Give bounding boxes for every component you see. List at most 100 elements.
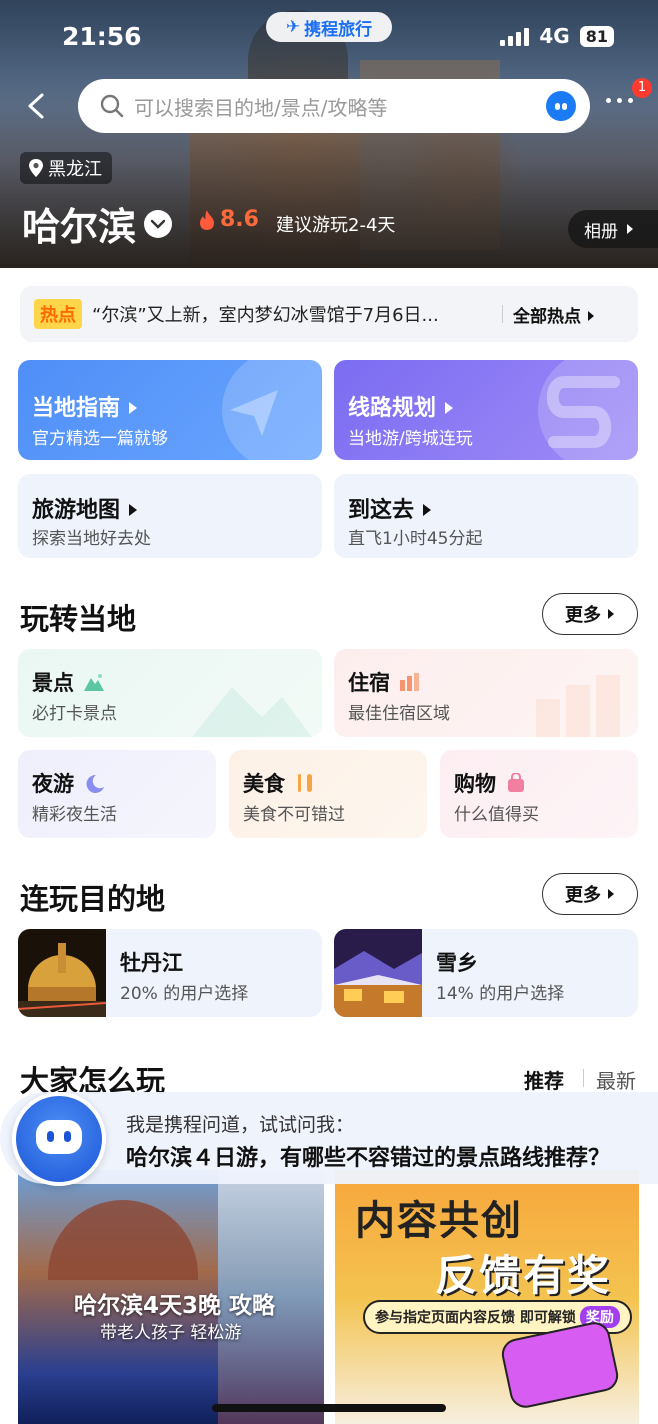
play-local-title: 玩转当地 (20, 602, 137, 636)
linked-destinations-more-button[interactable]: 更多 (542, 873, 638, 915)
caret-right-icon (587, 310, 594, 321)
local-guide-subtitle: 官方精选一篇就够 (32, 429, 168, 449)
mountain-icon (84, 674, 104, 691)
destination-card-xuexiang[interactable]: 雪乡 14% 的用户选择 (334, 929, 638, 1017)
caret-right-icon (608, 889, 614, 899)
lodging-subtitle: 最佳住宿区域 (348, 704, 450, 724)
destination-share: 20% 的用户选择 (120, 984, 249, 1004)
robot-face (36, 1120, 82, 1154)
notification-badge: 1 (632, 78, 652, 98)
route-planning-subtitle: 当地游/跨城连玩 (348, 429, 473, 449)
local-guide-card[interactable]: 当地指南 官方精选一篇就够 (18, 360, 322, 460)
battery-icon: 81 (579, 25, 614, 47)
travel-map-card[interactable]: 旅游地图 探索当地好去处 (18, 474, 322, 558)
tab-recommend[interactable]: 推荐 (524, 1065, 564, 1094)
food-subtitle: 美食不可错过 (243, 805, 345, 825)
hot-tag: 热点 (34, 299, 82, 329)
more-label: 更多 (565, 885, 601, 906)
hot-news-bar[interactable]: 热点 “尔滨”又上新，室内梦幻冰雪馆于7月6日... 全部热点 (20, 286, 638, 342)
album-label: 相册 (584, 221, 618, 242)
ai-assistant-icon[interactable] (546, 91, 576, 121)
travel-map-title: 旅游地图 (32, 492, 138, 524)
status-time: 21:56 (62, 22, 142, 51)
shopping-title: 购物 (454, 768, 528, 798)
hot-divider (502, 305, 503, 323)
food-card[interactable]: 美食 美食不可错过 (229, 750, 427, 838)
go-there-title: 到这去 (348, 492, 432, 524)
hot-news-text[interactable]: “尔滨”又上新，室内梦幻冰雪馆于7月6日... (92, 301, 492, 327)
lodging-card[interactable]: 住宿 最佳住宿区域 (334, 649, 638, 737)
lodging-title: 住宿 (348, 667, 422, 697)
promo-banner-text: 参与指定页面内容反馈 即可解锁 (375, 1310, 576, 1326)
night-tour-subtitle: 精彩夜生活 (32, 805, 117, 825)
moon-icon (86, 774, 104, 793)
hotel-deco (536, 675, 620, 737)
feed-card-title: 哈尔滨4天3晚 攻略 (74, 1293, 276, 1319)
promo-line2: 反馈有奖 (435, 1251, 612, 1300)
shopping-card[interactable]: 购物 什么值得买 (440, 750, 638, 838)
night-tour-card[interactable]: 夜游 精彩夜生活 (18, 750, 216, 838)
go-there-subtitle: 直飞1小时45分起 (348, 529, 483, 549)
destination-photo (18, 929, 106, 1017)
mountain-deco (192, 687, 312, 737)
network-label: 4G (539, 24, 570, 48)
paper-plane-icon (230, 390, 278, 436)
all-hot-link[interactable]: 全部热点 (513, 302, 595, 327)
signal-icon (500, 26, 530, 46)
caret-right-icon (128, 504, 137, 516)
local-guide-title: 当地指南 (32, 390, 138, 422)
search-icon (100, 94, 124, 118)
food-title: 美食 (243, 768, 317, 798)
location-pin-icon (29, 159, 43, 177)
more-menu-icon[interactable] (606, 98, 633, 103)
destination-photo (334, 929, 422, 1017)
rating-score: 8.6 (198, 207, 259, 232)
province-tag[interactable]: 黑龙江 (20, 152, 112, 184)
linked-destinations-title: 连玩目的地 (20, 882, 166, 916)
city-title[interactable]: 哈尔滨 (22, 196, 173, 251)
home-indicator[interactable] (212, 1404, 446, 1412)
caret-right-icon (608, 609, 614, 619)
church-photo-shape (48, 1200, 198, 1280)
chevron-down-icon[interactable] (144, 209, 173, 238)
feed-card-subtitle: 带老人孩子 轻松游 (100, 1323, 242, 1343)
hotel-icon (400, 673, 419, 691)
all-hot-label: 全部热点 (513, 306, 581, 327)
travel-map-subtitle: 探索当地好去处 (32, 529, 151, 549)
attractions-title: 景点 (32, 667, 106, 697)
attractions-subtitle: 必打卡景点 (32, 704, 117, 724)
ai-intro-text: 我是携程问道，试试问我： (126, 1114, 355, 1136)
album-button[interactable]: 相册 (568, 210, 658, 248)
destination-name: 雪乡 (436, 951, 478, 975)
route-planning-title: 线路规划 (348, 390, 454, 422)
feed-card-guide[interactable]: 哈尔滨4天3晚 攻略 带老人孩子 轻松游 (18, 1170, 324, 1424)
tab-divider (583, 1069, 584, 1087)
tab-latest[interactable]: 最新 (596, 1065, 636, 1094)
destination-name: 牡丹江 (120, 951, 183, 975)
app-badge-label: 携程旅行 (304, 19, 373, 40)
search-input[interactable]: 可以搜索目的地/景点/攻略等 (78, 79, 590, 133)
ai-robot-icon[interactable] (12, 1092, 106, 1186)
search-placeholder: 可以搜索目的地/景点/攻略等 (134, 95, 388, 120)
play-local-more-button[interactable]: 更多 (542, 593, 638, 635)
city-name-label: 哈尔滨 (22, 205, 137, 249)
app-logo-icon: ✈ (285, 17, 301, 37)
destination-card-mudanjiang[interactable]: 牡丹江 20% 的用户选择 (18, 929, 322, 1017)
go-there-card[interactable]: 到这去 直飞1小时45分起 (334, 474, 638, 558)
back-icon[interactable] (24, 92, 52, 120)
more-label: 更多 (565, 605, 601, 626)
feed-card-feedback-promo[interactable]: 内容共创 反馈有奖 参与指定页面内容反馈 即可解锁 奖励 (335, 1170, 639, 1424)
shopping-bag-icon (508, 773, 524, 792)
app-badge[interactable]: ✈ 携程旅行 (266, 12, 392, 42)
caret-right-icon (627, 224, 633, 234)
route-planning-card[interactable]: 线路规划 当地游/跨城连玩 (334, 360, 638, 460)
night-tour-title: 夜游 (32, 768, 106, 798)
province-label: 黑龙江 (48, 159, 102, 180)
caret-right-icon (128, 402, 137, 414)
suggested-duration: 建议游玩2-4天 (276, 215, 396, 236)
attractions-card[interactable]: 景点 必打卡景点 (18, 649, 322, 737)
cutlery-icon (298, 774, 312, 792)
ai-suggested-question[interactable]: 哈尔滨４日游，有哪些不容错过的景点路线推荐？ (126, 1140, 610, 1172)
score-value: 8.6 (220, 207, 259, 232)
promo-line1: 内容共创 (355, 1198, 523, 1244)
